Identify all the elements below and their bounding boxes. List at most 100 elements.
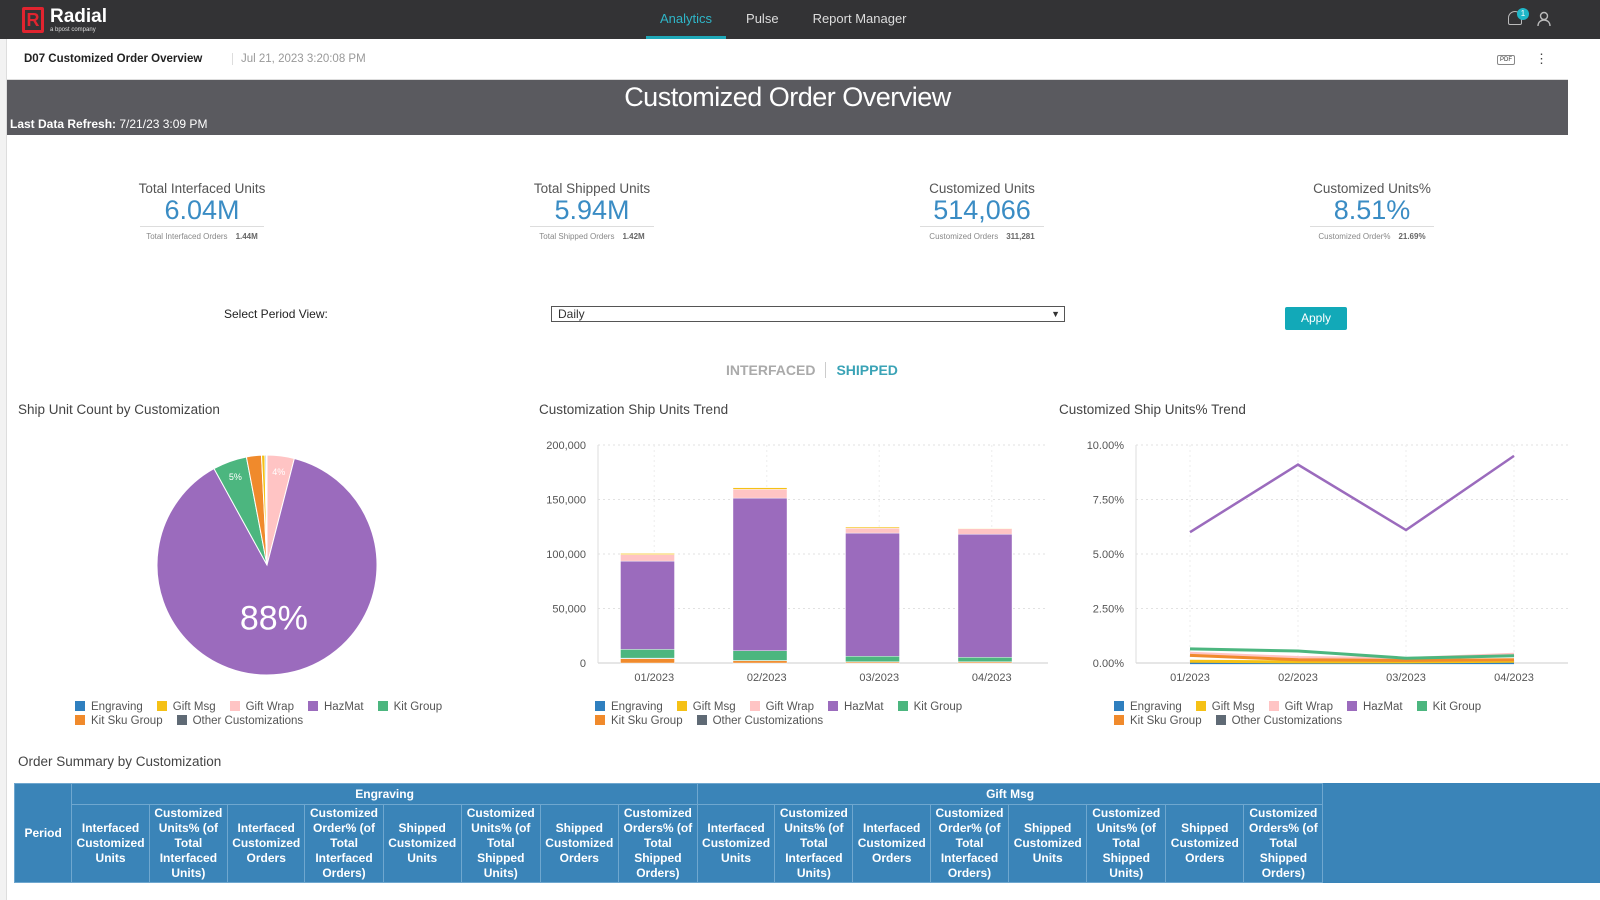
legend-item[interactable]: Gift Msg (1195, 700, 1255, 714)
pie-legend: Engraving Gift Msg Gift Wrap HazMat Kit Grou… (75, 700, 495, 728)
bar-segment[interactable] (620, 649, 675, 659)
dashboard-date: Jul 21, 2023 3:20:08 PM (232, 53, 366, 65)
bar-segment[interactable] (732, 660, 788, 664)
kpi-sub: Customized Order% 21.69% (1318, 232, 1426, 241)
notification-badge: 1 (1517, 8, 1529, 20)
y-tick-label: 10.00% (1087, 440, 1125, 452)
bar-segment[interactable] (732, 650, 788, 661)
more-options-icon[interactable]: ⋮ (1535, 51, 1548, 67)
legend-item[interactable]: Gift Msg (156, 700, 216, 714)
legend-item[interactable]: Engraving (1114, 700, 1182, 714)
legend-item[interactable]: Kit Sku Group (75, 714, 163, 728)
user-icon[interactable] (1537, 11, 1551, 27)
bar-segment[interactable] (732, 489, 788, 499)
legend-item[interactable]: HazMat (307, 700, 364, 714)
column-header[interactable]: Shipped Customized Units (382, 804, 462, 883)
line-legend: Engraving Gift Msg Gift Wrap HazMat Kit Grou… (1114, 700, 1534, 728)
column-header[interactable]: Interfaced Customized Orders (852, 804, 931, 883)
legend-swatch (75, 715, 85, 725)
legend-item[interactable]: Gift Msg (676, 700, 736, 714)
legend-item[interactable]: Other Customizations (176, 714, 303, 728)
apply-button[interactable]: Apply (1285, 307, 1347, 330)
tab-analytics[interactable]: Analytics (646, 0, 727, 39)
legend-item[interactable]: Kit Sku Group (1114, 714, 1202, 728)
line-series[interactable] (1189, 454, 1515, 534)
legend-swatch (1346, 701, 1357, 711)
column-header[interactable]: Customized Order% (of Total Interfaced O… (929, 804, 1010, 883)
kpi-value: 8.51% (1310, 196, 1434, 227)
bar-segment[interactable] (620, 560, 675, 650)
line-chart-title: Customized Ship Units% Trend (1059, 402, 1246, 417)
brand-name: Radial (50, 5, 108, 27)
legend-item[interactable]: Gift Wrap (229, 700, 294, 714)
bar-legend: Engraving Gift Msg Gift Wrap HazMat Kit Grou… (595, 700, 1015, 728)
legend-item[interactable]: Other Customizations (696, 714, 823, 728)
bar-segment[interactable] (620, 658, 675, 664)
legend-swatch (229, 701, 240, 711)
bar-segment[interactable] (845, 656, 900, 662)
legend-item[interactable]: Gift Wrap (749, 700, 814, 714)
legend-swatch (1215, 715, 1226, 725)
bar-segment[interactable] (845, 526, 900, 529)
radial-logo[interactable]: R Radial a bpost company (22, 7, 107, 33)
legend-item[interactable]: Kit Group (1416, 700, 1481, 714)
bar-segment[interactable] (732, 497, 788, 651)
brand-sub: a bpost company (50, 26, 96, 33)
legend-swatch (1114, 715, 1124, 725)
legend-item[interactable]: Engraving (75, 700, 143, 714)
column-header[interactable]: Customized Units% (of Total Shipped Unit… (460, 804, 541, 883)
legend-item[interactable]: Kit Group (897, 700, 962, 714)
kpi-label: Customized Units (929, 181, 1035, 196)
column-header[interactable]: Interfaced Customized Units (71, 804, 150, 883)
toggle-interfaced[interactable]: INTERFACED (726, 362, 827, 378)
toggle-shipped[interactable]: SHIPPED (836, 362, 897, 378)
kpi-value: 514,066 (920, 196, 1044, 227)
bar-segment[interactable] (845, 532, 900, 657)
column-header[interactable]: Customized Order% (of Total Interfaced O… (304, 804, 384, 883)
bar-segment[interactable] (957, 657, 1013, 662)
legend-item[interactable]: HazMat (827, 700, 884, 714)
bar-segment[interactable] (732, 487, 788, 490)
dashboard-title: D07 Customized Order Overview (24, 53, 203, 65)
column-header[interactable]: Interfaced Customized Units (696, 804, 776, 883)
legend-swatch (75, 701, 85, 711)
bar-chart: 0 50,000 100,000 150,000 200,000 01/2023 02/20… (546, 440, 1048, 684)
y-tick-label: 200,000 (546, 440, 586, 452)
column-header[interactable]: Customized Orders% (of Total Shipped Ord… (1243, 804, 1324, 883)
pdf-icon[interactable]: PDF (1497, 55, 1515, 65)
bar-segment[interactable] (620, 553, 675, 555)
legend-item[interactable]: Other Customizations (1215, 714, 1342, 728)
legend-swatch (1268, 701, 1279, 711)
legend-item[interactable]: HazMat (1346, 700, 1403, 714)
column-header[interactable]: Interfaced Customized Orders (226, 804, 306, 883)
period-view-select[interactable]: Daily ▼ (551, 306, 1065, 322)
legend-swatch (897, 701, 908, 711)
bar-segment[interactable] (620, 554, 675, 562)
tab-pulse[interactable]: Pulse (732, 0, 793, 39)
legend-item[interactable]: Kit Group (377, 700, 442, 714)
column-header[interactable]: Shipped Customized Units (1008, 804, 1088, 883)
tab-report-manager[interactable]: Report Manager (799, 0, 921, 39)
page-title: Customized Order Overview (624, 82, 951, 112)
pie-slice[interactable] (265, 454, 268, 566)
legend-swatch (176, 715, 187, 725)
column-header[interactable]: Shipped Customized Orders (1165, 804, 1245, 883)
column-header[interactable]: Customized Orders% (of Total Shipped Ord… (617, 804, 698, 883)
column-header[interactable]: Customized Units% (of Total Interfaced U… (148, 804, 228, 883)
column-header[interactable]: Customized Units% (of Total Shipped Unit… (1086, 804, 1167, 883)
bar-segment[interactable] (845, 527, 900, 534)
column-header[interactable]: Customized Units% (of Total Interfaced U… (774, 804, 854, 883)
kpi-card: Customized Units 514,066 Customized Orders… (892, 181, 1072, 241)
legend-item[interactable]: Engraving (595, 700, 663, 714)
legend-item[interactable]: Kit Sku Group (595, 714, 683, 728)
bar-segment[interactable] (957, 533, 1013, 658)
column-header[interactable]: Shipped Customized Orders (539, 804, 619, 883)
period-header[interactable]: Period (13, 783, 73, 883)
y-tick-label: 0.00% (1093, 658, 1124, 670)
legend-item[interactable]: Gift Wrap (1268, 700, 1333, 714)
left-panel-handle[interactable] (0, 39, 7, 900)
summary-title: Order Summary by Customization (18, 754, 222, 769)
legend-swatch (676, 701, 687, 711)
last-refresh: Last Data Refresh: 7/21/23 3:09 PM (10, 117, 208, 131)
bar-segment[interactable] (957, 528, 1013, 535)
